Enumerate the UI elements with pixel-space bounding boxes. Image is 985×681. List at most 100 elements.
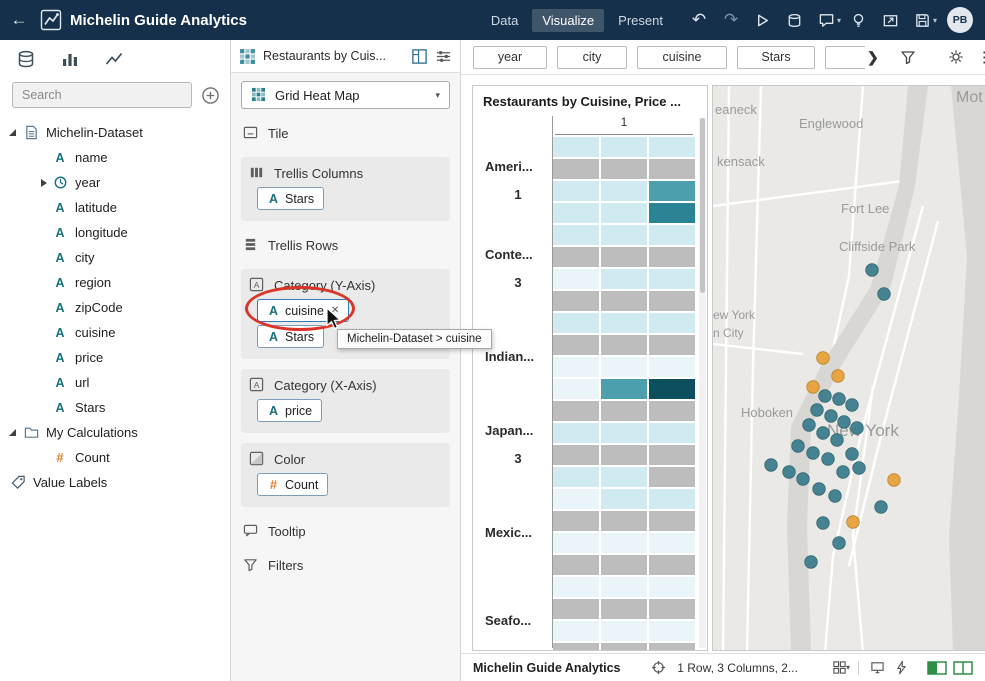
heatmap-cell[interactable]: [649, 313, 695, 333]
heatmap-cell[interactable]: [553, 621, 599, 641]
tree-field-region[interactable]: Aregion: [0, 270, 230, 295]
heatmap-cell[interactable]: [649, 357, 695, 377]
map-point-teal[interactable]: [797, 473, 810, 486]
heatmap-cell[interactable]: [601, 225, 647, 245]
filter-pill-city[interactable]: city: [557, 46, 627, 69]
heatmap-cell[interactable]: [553, 533, 599, 553]
heatmap-cell[interactable]: [601, 511, 647, 531]
run-icon[interactable]: [747, 6, 779, 34]
map-point-teal[interactable]: [813, 483, 826, 496]
heatmap-cell[interactable]: [601, 291, 647, 311]
heatmap-cell[interactable]: [553, 467, 599, 487]
heatmap-cell[interactable]: [601, 137, 647, 157]
tree-field-year[interactable]: year: [0, 170, 230, 195]
heatmap-cell[interactable]: [553, 423, 599, 443]
heatmap-cell[interactable]: [601, 203, 647, 223]
heatmap-cell[interactable]: [601, 555, 647, 575]
map-point-teal[interactable]: [838, 416, 851, 429]
heatmap-cell[interactable]: [601, 599, 647, 619]
grammar-tooltip[interactable]: Tooltip: [243, 521, 448, 541]
search-input[interactable]: Search: [12, 82, 192, 108]
heatmap-cell[interactable]: [553, 159, 599, 179]
settings-sliders-icon[interactable]: [435, 48, 452, 65]
heatmap-cell[interactable]: [553, 401, 599, 421]
remove-pill-icon[interactable]: ✕: [331, 305, 339, 316]
heatmap-cell[interactable]: [601, 335, 647, 355]
heatmap-cell[interactable]: [649, 445, 695, 465]
heatmap-cell[interactable]: [601, 401, 647, 421]
map-point-teal[interactable]: [822, 453, 835, 466]
filter-pill-partial[interactable]: [825, 46, 865, 69]
heatmap-cell[interactable]: [649, 137, 695, 157]
heatmap-cell[interactable]: [601, 643, 647, 651]
heatmap-cell[interactable]: [553, 445, 599, 465]
tree-field-longitude[interactable]: Alongitude: [0, 220, 230, 245]
heatmap-cell[interactable]: [601, 269, 647, 289]
heatmap-cell[interactable]: [649, 181, 695, 201]
heatmap-cell[interactable]: [553, 643, 599, 651]
collapsed-arrow-icon[interactable]: [41, 179, 47, 187]
map-point-teal[interactable]: [805, 556, 818, 569]
grammar-drop-zone-category-y-axis[interactable]: ACategory (Y-Axis)Acuisine✕AStarsMicheli…: [241, 269, 450, 359]
heatmap-cell[interactable]: [649, 643, 695, 651]
tree-field-url[interactable]: Aurl: [0, 370, 230, 395]
map-point-teal[interactable]: [825, 410, 838, 423]
canvas-tab[interactable]: Michelin Guide Analytics: [473, 661, 621, 675]
heatmap-cell[interactable]: [649, 599, 695, 619]
heatmap-cell[interactable]: [601, 445, 647, 465]
pill-stars[interactable]: AStars: [257, 187, 324, 210]
analytics-tab-icon[interactable]: [104, 49, 124, 69]
map-point-orange[interactable]: [888, 474, 901, 487]
heatmap-cell[interactable]: [649, 203, 695, 223]
map-point-teal[interactable]: [829, 490, 842, 503]
map-point-teal[interactable]: [846, 448, 859, 461]
undo-icon[interactable]: ↶: [683, 6, 715, 34]
map-point-orange[interactable]: [807, 381, 820, 394]
heatmap-cell[interactable]: [553, 489, 599, 509]
heatmap-cell[interactable]: [601, 247, 647, 267]
heatmap-cell[interactable]: [649, 269, 695, 289]
insights-icon[interactable]: [843, 6, 875, 34]
grammar-drop-zone-trellis-columns[interactable]: Trellis ColumnsAStars: [241, 157, 450, 221]
heatmap-cell[interactable]: [553, 511, 599, 531]
map-point-teal[interactable]: [819, 390, 832, 403]
heatmap-cell[interactable]: [553, 335, 599, 355]
heatmap-cell[interactable]: [649, 335, 695, 355]
avatar[interactable]: PB: [947, 7, 973, 33]
auto-insights-icon[interactable]: [889, 658, 913, 678]
pill-stars[interactable]: AStars: [257, 325, 324, 348]
refresh-data-icon[interactable]: [779, 6, 811, 34]
heatmap-cell[interactable]: [649, 401, 695, 421]
filter-icon[interactable]: [895, 46, 921, 68]
tree-field-zipcode[interactable]: AzipCode: [0, 295, 230, 320]
map-point-teal[interactable]: [803, 419, 816, 432]
grammar-drop-zone-color[interactable]: Color#Count: [241, 443, 450, 507]
map-point-teal[interactable]: [875, 501, 888, 514]
heatmap-cell[interactable]: [601, 159, 647, 179]
viz-type-dropdown[interactable]: Grid Heat Map ▾: [241, 81, 450, 109]
heatmap-cell[interactable]: [553, 379, 599, 399]
visualizations-tab-icon[interactable]: [60, 49, 80, 69]
tree-field-name[interactable]: Aname: [0, 145, 230, 170]
heatmap-viz[interactable]: Restaurants by Cuisine, Price ... 1 Amer…: [472, 85, 708, 651]
tree-field-cuisine[interactable]: Acuisine: [0, 320, 230, 345]
heatmap-cell[interactable]: [649, 225, 695, 245]
add-data-icon[interactable]: [201, 86, 220, 105]
heatmap-cell[interactable]: [553, 357, 599, 377]
heatmap-cell[interactable]: [553, 203, 599, 223]
back-button[interactable]: ←: [0, 0, 38, 40]
map-point-teal[interactable]: [765, 459, 778, 472]
redo-icon[interactable]: ↷: [715, 6, 747, 34]
expand-filters-icon[interactable]: ❯: [867, 49, 879, 66]
grammar-filters[interactable]: Filters: [243, 555, 448, 575]
heatmap-cell[interactable]: [649, 291, 695, 311]
heatmap-cell[interactable]: [601, 423, 647, 443]
tree-my-calculations[interactable]: My Calculations: [0, 420, 230, 445]
map-point-teal[interactable]: [783, 466, 796, 479]
tree-value-labels[interactable]: Value Labels: [0, 470, 230, 495]
data-tab-icon[interactable]: [16, 49, 36, 69]
heatmap-cell[interactable]: [553, 181, 599, 201]
filter-pill-stars[interactable]: Stars: [737, 46, 815, 69]
filter-pill-cuisine[interactable]: cuisine: [637, 46, 727, 69]
heatmap-cell[interactable]: [553, 291, 599, 311]
